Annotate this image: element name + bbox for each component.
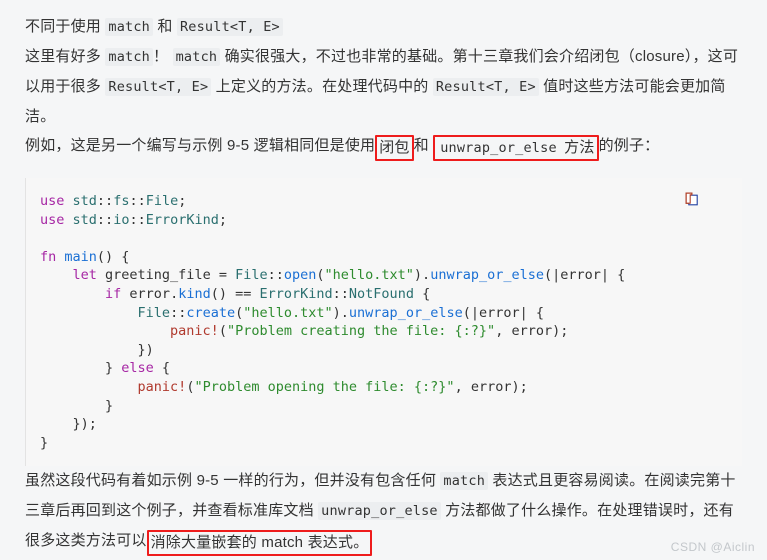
code-token: NotFound [348, 285, 414, 302]
code-token: fn [40, 248, 57, 265]
inline-code-match: match [172, 48, 221, 66]
code-token: }); [40, 416, 97, 433]
p4-text-1: 虽然这段代码有着如示例 9-5 一样的行为，但并没有包含任何 [25, 472, 441, 490]
code-token: } [40, 434, 49, 451]
code-token: fs [113, 193, 130, 209]
inline-code-match: match [105, 18, 154, 36]
code-token: ). [332, 304, 349, 321]
inline-code-match: match [105, 48, 154, 66]
p2-text-2: ！ [153, 48, 173, 65]
annotation-closure-label: 闭包 [379, 139, 410, 156]
code-token: panic! [137, 378, 187, 395]
code-token: , error); [495, 323, 569, 340]
code-block: use std::fs::File; use std::io::ErrorKin… [25, 178, 742, 467]
code-token: () == [210, 285, 260, 302]
code-token: "hello.txt" [324, 267, 414, 284]
code-token: }) [40, 341, 154, 358]
code-token: { [413, 285, 431, 302]
code-token: "Problem opening the file: {:?}" [194, 378, 455, 395]
code-token: ; [178, 193, 187, 209]
p3-text-2: 和 [413, 137, 434, 154]
paragraph-2: 这里有好多 match！ match 确实很强大，不过也非常的基础。第十三章我们… [25, 42, 742, 131]
p3-text-3: 的例子： [598, 137, 660, 154]
code-token: let [72, 267, 97, 284]
code-token: std [72, 211, 97, 228]
code-token: std [72, 193, 97, 209]
annotation-method-label: 方法 [559, 139, 595, 156]
code-token: main [64, 248, 97, 265]
annotation-box-closure: 闭包 [375, 135, 414, 161]
code-token: File [137, 304, 171, 321]
code-token: kind [178, 285, 211, 302]
annotation-box-unwrap-or-else: unwrap_or_else 方法 [433, 135, 599, 161]
code-token: (|error| { [543, 267, 626, 284]
copy-icon[interactable] [682, 190, 702, 210]
code-token: ErrorKind [145, 211, 219, 228]
code-token: create [186, 304, 236, 321]
code-token: unwrap_or_else [430, 267, 544, 284]
copy-icon-svg [685, 192, 698, 206]
paragraph-3: 例如，这是另一个编写与示例 9-5 逻辑相同但是使用 闭包和 unwrap_or_… [25, 131, 742, 161]
inline-code-result: Result<T, E> [432, 78, 539, 96]
article-page: 不同于使用 match 和 Result<T, E> 这里有好多 match！ … [0, 0, 767, 560]
code-content: use std::fs::File; use std::io::ErrorKin… [40, 192, 732, 452]
code-token: File [235, 267, 268, 284]
code-token: "hello.txt" [243, 304, 333, 321]
p1-text-1: 不同于使用 [25, 18, 106, 35]
code-token: io [113, 211, 130, 228]
code-token: use [40, 211, 65, 228]
p3-text-1: 例如，这是另一个编写与示例 9-5 逻辑相同但是使用 [25, 137, 376, 154]
code-token: :: [129, 193, 146, 209]
annotation-eliminate-label: 消除大量嵌套的 match 表达式。 [150, 534, 369, 552]
watermark: CSDN @Aiclin [670, 540, 755, 554]
code-token: :: [267, 267, 284, 284]
code-token: , error); [454, 378, 528, 395]
code-token: open [283, 267, 317, 284]
code-token: ( [218, 323, 227, 340]
code-token: () { [96, 248, 130, 265]
p2-text-1: 这里有好多 [25, 48, 106, 65]
code-token: else [121, 360, 154, 377]
code-token: ). [413, 267, 431, 284]
code-token: } [40, 397, 114, 414]
p1-text-2: 和 [153, 18, 177, 35]
code-token: use [40, 193, 65, 209]
inline-code-result: Result<T, E> [105, 78, 212, 96]
code-token: :: [129, 211, 146, 228]
code-token: panic! [170, 323, 219, 340]
code-token: File [145, 193, 179, 209]
code-token: (|error| { [462, 304, 544, 321]
p2-text-4: 上定义的方法。在处理代码中的 [211, 78, 433, 95]
paragraph-1: 不同于使用 match 和 Result<T, E> [25, 12, 742, 42]
code-token: { [153, 360, 171, 377]
inline-code-match: match [440, 472, 489, 491]
code-token: } [40, 360, 122, 377]
code-token: :: [96, 211, 114, 228]
code-token: greeting_file = [96, 267, 236, 284]
article-content: 不同于使用 match 和 Result<T, E> 这里有好多 match！ … [25, 12, 742, 557]
inline-code-result: Result<T, E> [176, 18, 283, 36]
code-token: :: [170, 304, 187, 321]
inline-code-unwrap-or-else: unwrap_or_else [440, 140, 557, 156]
code-token: error. [121, 285, 179, 302]
code-token: "Problem creating the file: {:?}" [226, 323, 496, 340]
inline-code-unwrap-or-else: unwrap_or_else [318, 502, 441, 521]
paragraph-4: 虽然这段代码有着如示例 9-5 一样的行为，但并没有包含任何 match 表达式… [25, 466, 742, 557]
code-token: unwrap_or_else [348, 304, 463, 321]
code-token: ( [316, 267, 325, 284]
code-token: :: [96, 193, 114, 209]
annotation-box-eliminate-nesting: 消除大量嵌套的 match 表达式。 [146, 530, 373, 557]
code-token: :: [332, 285, 349, 302]
code-token: if [105, 285, 122, 302]
code-token: ErrorKind [259, 285, 333, 302]
code-token: ; [218, 211, 228, 228]
